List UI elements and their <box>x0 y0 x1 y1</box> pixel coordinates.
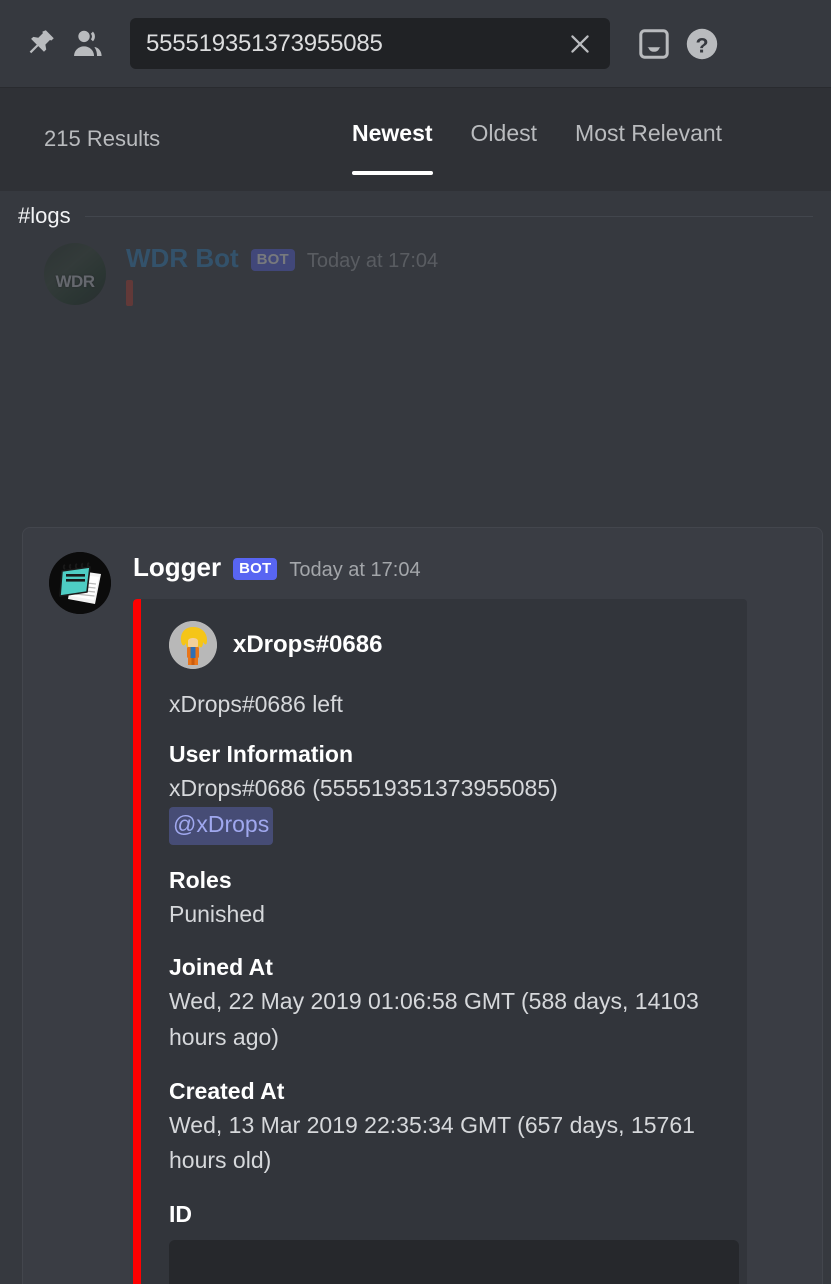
user-mention[interactable]: @xDrops <box>169 807 274 845</box>
embed-field-value: xDrops#0686 (555519351373955085) @xDrops <box>169 771 739 845</box>
tab-most-relevant[interactable]: Most Relevant <box>575 120 722 175</box>
message: Logger BOT Today at 17:04 xDrops#0686 xD… <box>23 552 822 1284</box>
embed-accent-bar <box>133 599 141 1284</box>
embed-field-name: Joined At <box>169 954 273 981</box>
embed-field-user-information: User Information xDrops#0686 (5555193513… <box>169 741 739 845</box>
embed-field-id: ID User = 555519351373955085 <box>169 1200 747 1284</box>
avatar[interactable] <box>49 552 111 614</box>
search-input[interactable] <box>146 29 566 58</box>
embed-accent-stub <box>126 280 133 306</box>
embed-author-name: xDrops#0686 <box>233 631 383 658</box>
channel-name[interactable]: #logs <box>18 203 71 229</box>
pinned-messages-icon[interactable] <box>16 20 64 68</box>
search-result-card[interactable]: Logger BOT Today at 17:04 xDrops#0686 xD… <box>22 527 823 1284</box>
channel-header: #logs <box>0 191 831 229</box>
message-embed: xDrops#0686 xDrops#0686 left User Inform… <box>133 599 747 1284</box>
channel-divider <box>84 215 813 217</box>
bot-badge: BOT <box>250 249 295 271</box>
avatar: WDR <box>44 243 106 305</box>
search-results-list[interactable]: #logs WDR WDR Bot BOT Today at 17:04 Log… <box>0 191 831 1284</box>
avatar <box>169 621 217 669</box>
embed-field-joined-at: Joined At Wed, 22 May 2019 01:06:58 GMT … <box>169 954 739 1055</box>
embed-field-name: Created At <box>169 1077 285 1104</box>
clear-search-icon[interactable] <box>566 30 594 58</box>
embed-field-roles: Roles Punished <box>169 867 739 933</box>
embed-field-name: User Information <box>169 741 354 768</box>
embed-field-name: Roles <box>169 866 232 893</box>
tab-newest[interactable]: Newest <box>352 120 433 175</box>
channel-toolbar: ? <box>0 0 831 87</box>
embed-field-value: Punished <box>169 900 265 927</box>
message-author[interactable]: WDR Bot <box>126 243 239 274</box>
search-results-header: 215 Results Newest Oldest Most Relevant <box>0 87 831 191</box>
context-message-above: WDR WDR Bot BOT Today at 17:04 <box>0 229 831 321</box>
embed-field-value: Wed, 13 Mar 2019 22:35:34 GMT (657 days,… <box>169 1111 695 1174</box>
svg-text:?: ? <box>695 33 708 57</box>
help-icon[interactable]: ? <box>678 20 726 68</box>
avatar-label: WDR <box>55 272 95 291</box>
bot-badge: BOT <box>233 558 278 580</box>
sort-tabs: Newest Oldest Most Relevant <box>352 120 722 175</box>
embed-field-value-text: xDrops#0686 (555519351373955085) <box>169 775 558 802</box>
embed-description: xDrops#0686 left <box>169 691 343 717</box>
message-meta: WDR Bot BOT Today at 17:04 <box>126 243 438 274</box>
code-block[interactable]: User = 555519351373955085 <box>169 1239 747 1284</box>
inbox-icon[interactable] <box>630 20 678 68</box>
search-bar[interactable] <box>130 18 610 69</box>
embed-field-value: Wed, 22 May 2019 01:06:58 GMT (588 days,… <box>169 988 699 1050</box>
message-author[interactable]: Logger <box>133 552 221 583</box>
embed-author: xDrops#0686 <box>169 621 739 669</box>
message-timestamp: Today at 17:04 <box>306 250 439 272</box>
tab-oldest[interactable]: Oldest <box>471 120 537 175</box>
message-timestamp: Today at 17:04 <box>289 559 421 581</box>
embed-field-created-at: Created At Wed, 13 Mar 2019 22:35:34 GMT… <box>169 1078 739 1179</box>
embed-field-name: ID <box>169 1200 192 1227</box>
member-list-icon[interactable] <box>64 20 112 68</box>
results-count: 215 Results <box>44 126 161 151</box>
message-meta: Logger BOT Today at 17:04 <box>133 552 802 583</box>
